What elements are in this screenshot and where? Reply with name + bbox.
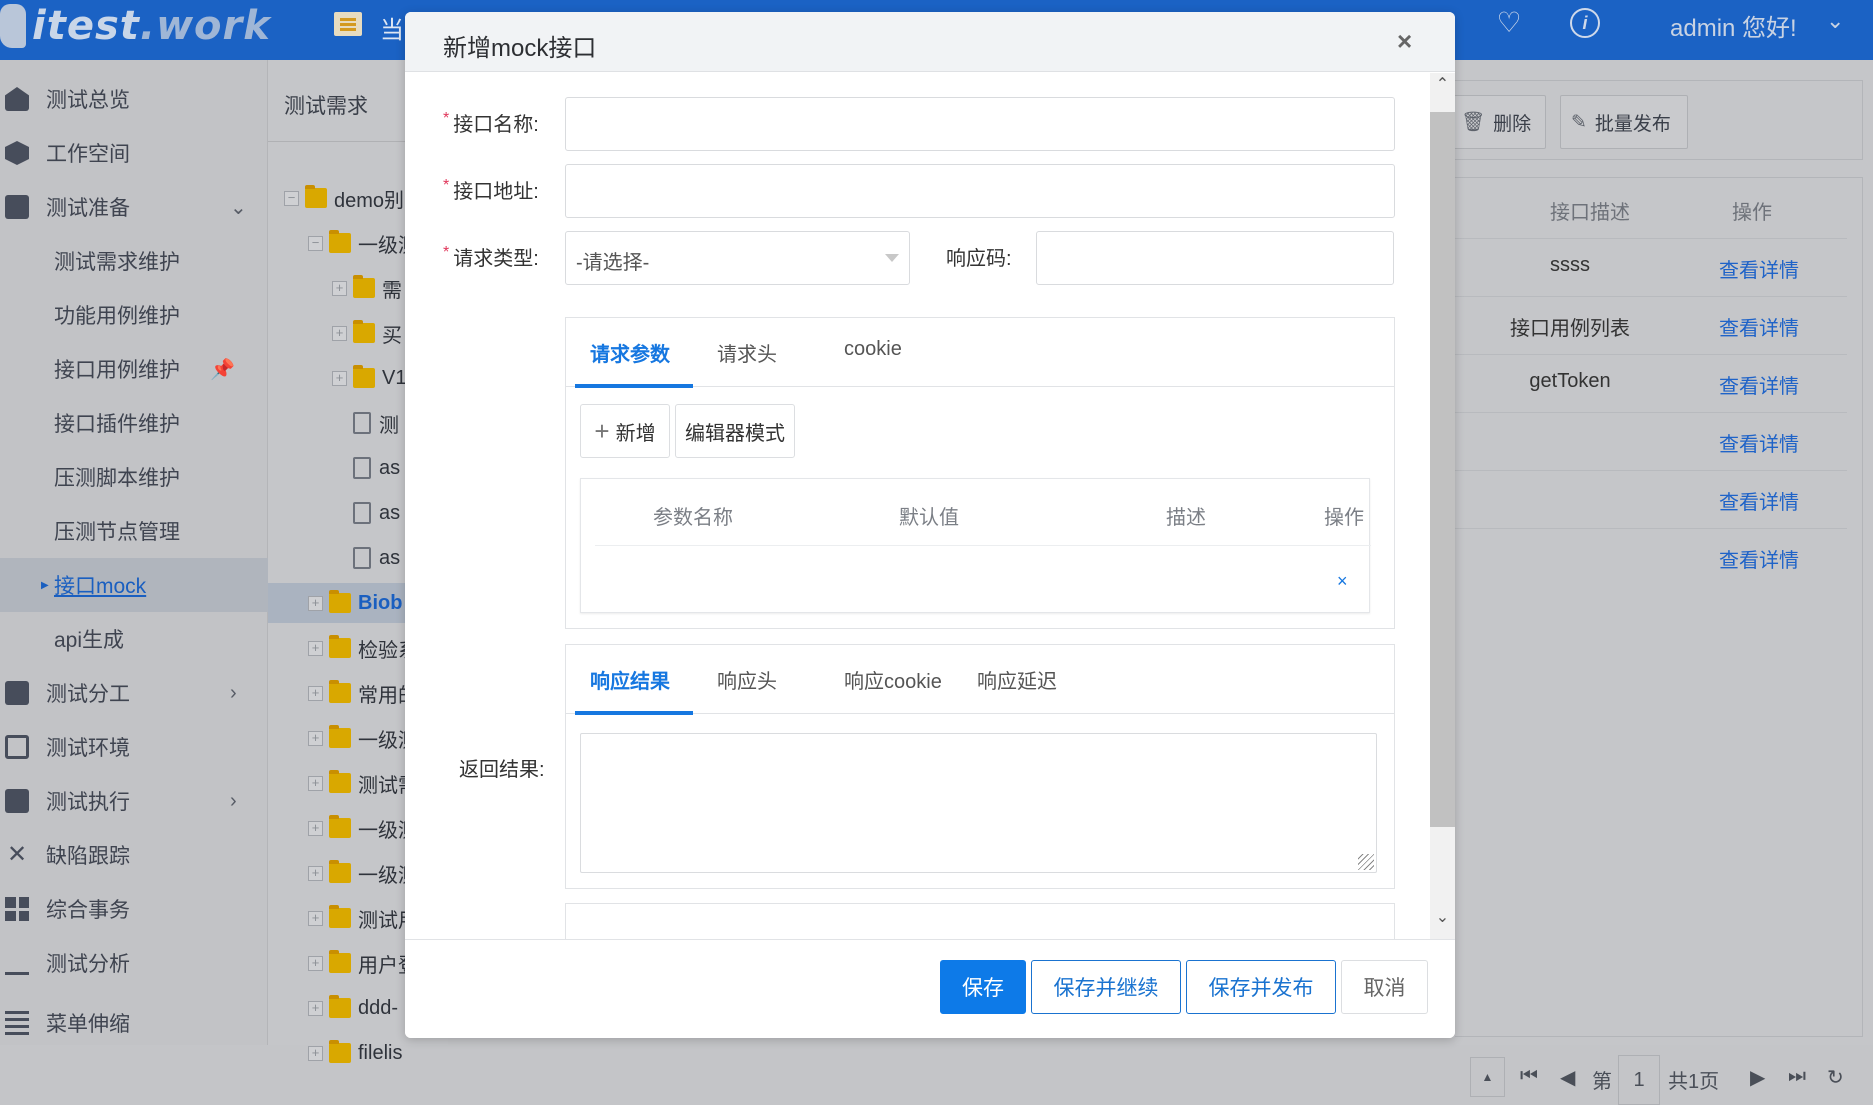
request-tabs-panel: 请求参数 请求头 cookie + 新增 编辑器模式 参数名称 默认值 描述 操作… [565, 317, 1395, 629]
param-col-default: 默认值 [899, 507, 959, 529]
save-continue-button[interactable]: 保存并继续 [1031, 960, 1181, 1014]
last-page-icon[interactable]: ⏭ [1788, 1065, 1806, 1088]
divider [595, 545, 1371, 546]
tab-response-cookie[interactable]: 响应cookie [844, 665, 942, 694]
method-label: * 请求类型: [443, 244, 539, 270]
param-table: 参数名称 默认值 描述 操作 × [580, 478, 1371, 613]
method-select[interactable]: -请选择- [565, 231, 910, 285]
active-tab-indicator [575, 384, 693, 388]
dialog-footer: 保存 保存并继续 保存并发布 取消 [405, 939, 1455, 1038]
expand-icon[interactable]: + [308, 1045, 323, 1061]
folder-icon [329, 1040, 351, 1063]
response-result-label: 返回结果: [459, 759, 545, 781]
tab-request-cookie[interactable]: cookie [844, 338, 902, 361]
tab-request-headers[interactable]: 请求头 [717, 338, 777, 367]
response-code-input[interactable] [1036, 231, 1394, 285]
url-label: * 接口地址: [443, 177, 539, 203]
page-input[interactable]: 1 [1618, 1055, 1660, 1105]
dialog-body: * 接口名称: * 接口地址: * 请求类型: -请选择- 响应码: 请求参数 请求头… [405, 73, 1455, 939]
param-col-action: 操作 [1324, 507, 1364, 529]
cancel-button[interactable]: 取消 [1341, 960, 1428, 1014]
page-prefix: 第 [1592, 1071, 1612, 1093]
editor-mode-button[interactable]: 编辑器模式 [675, 404, 795, 458]
name-input[interactable] [565, 97, 1395, 151]
dropdown-caret-icon [885, 254, 899, 262]
dialog-title: 新增mock接口 [443, 35, 597, 62]
plus-icon: + [594, 416, 610, 446]
response-code-label: 响应码: [946, 248, 1012, 270]
save-button[interactable]: 保存 [940, 960, 1026, 1014]
next-section-panel [565, 903, 1395, 939]
save-publish-button[interactable]: 保存并发布 [1186, 960, 1336, 1014]
response-tabs-panel: 响应结果 响应头 响应cookie 响应延迟 [565, 644, 1395, 889]
response-result-textarea[interactable] [580, 733, 1377, 873]
prev-page-icon[interactable]: ◀ [1560, 1065, 1575, 1090]
delete-param-icon[interactable]: × [1337, 571, 1348, 592]
scroll-down-icon[interactable]: ⌄ [1430, 907, 1455, 927]
first-page-icon[interactable]: ⏮ [1520, 1065, 1538, 1088]
tab-request-params[interactable]: 请求参数 [590, 338, 670, 367]
close-icon[interactable]: × [1397, 26, 1412, 57]
url-input[interactable] [565, 164, 1395, 218]
dialog-header: 新增mock接口 × [405, 12, 1455, 72]
scrollbar-thumb[interactable] [1430, 112, 1455, 827]
tab-response-headers[interactable]: 响应头 [717, 665, 777, 694]
active-tab-indicator [575, 711, 693, 715]
tab-response-delay[interactable]: 响应延迟 [977, 665, 1057, 694]
name-label: * 接口名称: [443, 110, 539, 136]
request-tabbar: 请求参数 请求头 cookie [566, 318, 1394, 388]
param-col-desc: 描述 [1166, 507, 1206, 529]
page-size-select[interactable]: ▲ [1470, 1057, 1505, 1097]
next-page-icon[interactable]: ▶ [1750, 1065, 1765, 1090]
refresh-icon[interactable]: ↻ [1827, 1065, 1844, 1090]
tab-response-result[interactable]: 响应结果 [590, 665, 670, 694]
resize-grip-icon[interactable] [1358, 854, 1374, 870]
add-param-button[interactable]: + 新增 [580, 404, 670, 458]
scroll-up-icon[interactable]: ⌃ [1430, 74, 1455, 94]
param-col-name: 参数名称 [653, 507, 733, 529]
page-total: 共1页 [1668, 1071, 1720, 1093]
response-tabbar: 响应结果 响应头 响应cookie 响应延迟 [566, 645, 1394, 715]
add-mock-dialog: 新增mock接口 × * 接口名称: * 接口地址: * 请求类型: -请选择- 响应… [405, 12, 1455, 1038]
